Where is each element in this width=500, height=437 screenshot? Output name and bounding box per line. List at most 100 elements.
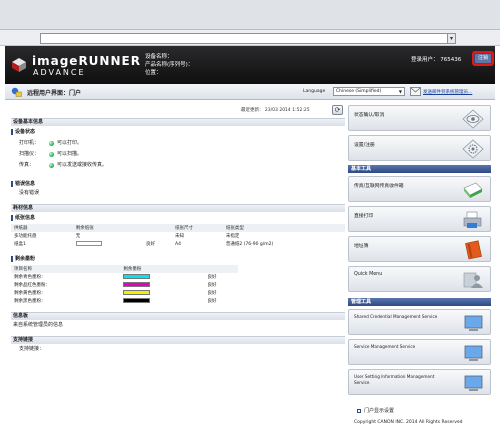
management-tools-heading: 管理工具 [348, 298, 491, 306]
mail-admin-link[interactable]: 发送邮件到系统管理员... [423, 89, 472, 95]
table-cell: 未知 [175, 234, 184, 239]
main-content: 最近更新： 23/03 2014 1:52:25 ⟳ 设备基本信息 设备状态 打… [5, 100, 495, 437]
logo-subtitle: ADVANCE [33, 68, 86, 77]
message-board-text: 来自系统管理员的信息 [13, 322, 64, 328]
address-dropdown-button[interactable]: ▾ [447, 33, 456, 44]
device-info: 设备名称： 产品名称(序列号)： 位置： [145, 53, 193, 77]
table-cell: 无 [75, 234, 81, 239]
quick-menu-button[interactable]: Quick Menu [348, 266, 491, 292]
shared-credential-button[interactable]: Shared Credential Management Service [348, 309, 491, 335]
cyan-toner-swatch [123, 274, 151, 279]
table-cell: 良好 [145, 242, 155, 247]
column-header: 项目名称 [11, 265, 121, 273]
service-management-button[interactable]: Service Management Service [348, 339, 491, 365]
status-ok-icon [49, 141, 54, 146]
table-row: 纸盒1 良好 A4 普通纸2 (76-90 g/m2) [11, 240, 345, 248]
fax-inbox-button[interactable]: 传真/互联网传真收件箱 [348, 176, 491, 202]
table-cell [120, 289, 204, 297]
users-icon [463, 272, 483, 288]
status-value: 可以扫描。 [57, 151, 83, 157]
logo-title: imageRUNNER [32, 54, 141, 68]
monitor-icon [464, 315, 483, 331]
tile-label-line: Service [354, 380, 370, 385]
logout-button[interactable]: 注销 [472, 51, 494, 66]
table-cell: 纸盒1 [14, 242, 26, 247]
table-cell [120, 273, 204, 281]
table-cell [120, 281, 204, 289]
tile-label: 直接打印 [354, 214, 374, 219]
status-ok-icon [49, 163, 54, 168]
yellow-toner-swatch [123, 290, 151, 295]
status-monitor-button[interactable]: 状态确认/取消 [348, 105, 491, 131]
address-book-icon [465, 240, 482, 260]
table-cell [73, 240, 143, 248]
right-panel: 状态确认/取消 设置/注册 基本工具 传真/互联网传真收件箱 直接打印 地址簿 … [348, 105, 491, 399]
user-setting-management-button[interactable]: User Setting Information Management Serv… [348, 369, 491, 395]
tile-label: 地址簿 [354, 244, 369, 249]
tile-label-line: User Setting Information Management [354, 374, 435, 379]
table-row: 多功能托盘 无 未知 未指定 [11, 232, 345, 240]
status-row-scanner: 扫描仪： 可以扫描。 [11, 149, 345, 160]
status-value: 可以打印。 [57, 140, 83, 146]
language-select[interactable]: Chinese (Simplified) ▼ [333, 87, 405, 96]
toner-name: 剩余黑色墨粉： [14, 299, 46, 304]
copyright: Copyright CANON INC. 2014 All Rights Res… [354, 420, 463, 425]
monitor-icon [464, 375, 483, 391]
tile-label: 传真/互联网传真收件箱 [354, 184, 404, 189]
table-cell: 未指定 [225, 234, 240, 239]
language-value: Chinese (Simplified) [336, 89, 382, 94]
table-cell: A4 [175, 241, 181, 247]
black-toner-swatch [123, 298, 151, 303]
basic-tools-heading: 基本工具 [348, 165, 491, 173]
language-label: Language [303, 89, 326, 94]
refresh-button[interactable]: ⟳ [332, 105, 343, 115]
page-title: 远程用户界面：门户 [27, 90, 82, 97]
app-header: imageRUNNER ADVANCE 设备名称： 产品名称(序列号)： 位置：… [5, 46, 495, 84]
tile-label: 状态确认/取消 [354, 113, 385, 118]
login-user: 登录用户： 765436 [411, 57, 462, 63]
column-header: 纸张类型 [222, 224, 345, 232]
toner-status: 良好 [207, 291, 217, 296]
support-links-label: 支持链接： [19, 346, 45, 352]
status-row-printer: 打印机： 可以打印。 [11, 138, 345, 149]
column-header: 剩余纸张 [72, 224, 143, 232]
settings-registration-button[interactable]: 设置/注册 [348, 135, 491, 161]
printer-icon [463, 211, 482, 228]
direct-print-button[interactable]: 直接打印 [348, 206, 491, 232]
status-key: 传真： [19, 162, 35, 168]
toner-status: 良好 [207, 283, 217, 288]
address-bar[interactable] [40, 33, 454, 44]
logout-label: 注销 [475, 54, 491, 63]
toner-name: 剩余青色墨粉： [14, 275, 46, 280]
column-header [204, 265, 239, 273]
paper-table: 供纸器 剩余纸张 纸张尺寸 纸张类型 多功能托盘 无 未知 未指定 纸盒1 良好… [11, 224, 345, 248]
table-cell: 普通纸2 (76-90 g/m2) [225, 242, 274, 247]
device-basic-info-heading: 设备基本信息 [11, 118, 345, 126]
table-cell [143, 232, 172, 240]
address-book-button[interactable]: 地址簿 [348, 236, 491, 262]
support-links-heading: 支持链接 [11, 336, 345, 344]
toner-table: 项目名称 剩余墨粉 剩余青色墨粉： 良好 剩余品红色墨粉： 良好 剩余黄色墨粉：… [11, 265, 239, 305]
tile-label: User Setting Information Management Serv… [354, 374, 434, 386]
table-row: 剩余黄色墨粉： 良好 [11, 289, 238, 297]
portal-icon [11, 87, 22, 97]
device-status-heading: 设备状态 [11, 129, 345, 135]
chevron-down-icon: ▼ [398, 89, 402, 94]
portal-settings-link[interactable]: 门户显示设置 [357, 407, 394, 414]
paper-info-heading: 纸张信息 [11, 215, 345, 221]
toner-name: 剩余品红色墨粉： [14, 283, 50, 288]
status-value: 可以发送或接收传真。 [57, 162, 108, 168]
tile-label: Quick Menu [354, 272, 383, 277]
square-icon [357, 408, 361, 413]
consumables-heading: 耗材信息 [11, 204, 345, 212]
mail-icon[interactable] [410, 87, 421, 96]
error-info-heading: 错误信息 [11, 181, 345, 187]
column-header: 剩余墨粉 [120, 265, 205, 273]
tile-label: 设置/注册 [354, 143, 375, 148]
table-cell: 多功能托盘 [14, 234, 37, 239]
fax-inbox-icon [463, 182, 483, 198]
table-header-row: 项目名称 剩余墨粉 [11, 265, 239, 273]
